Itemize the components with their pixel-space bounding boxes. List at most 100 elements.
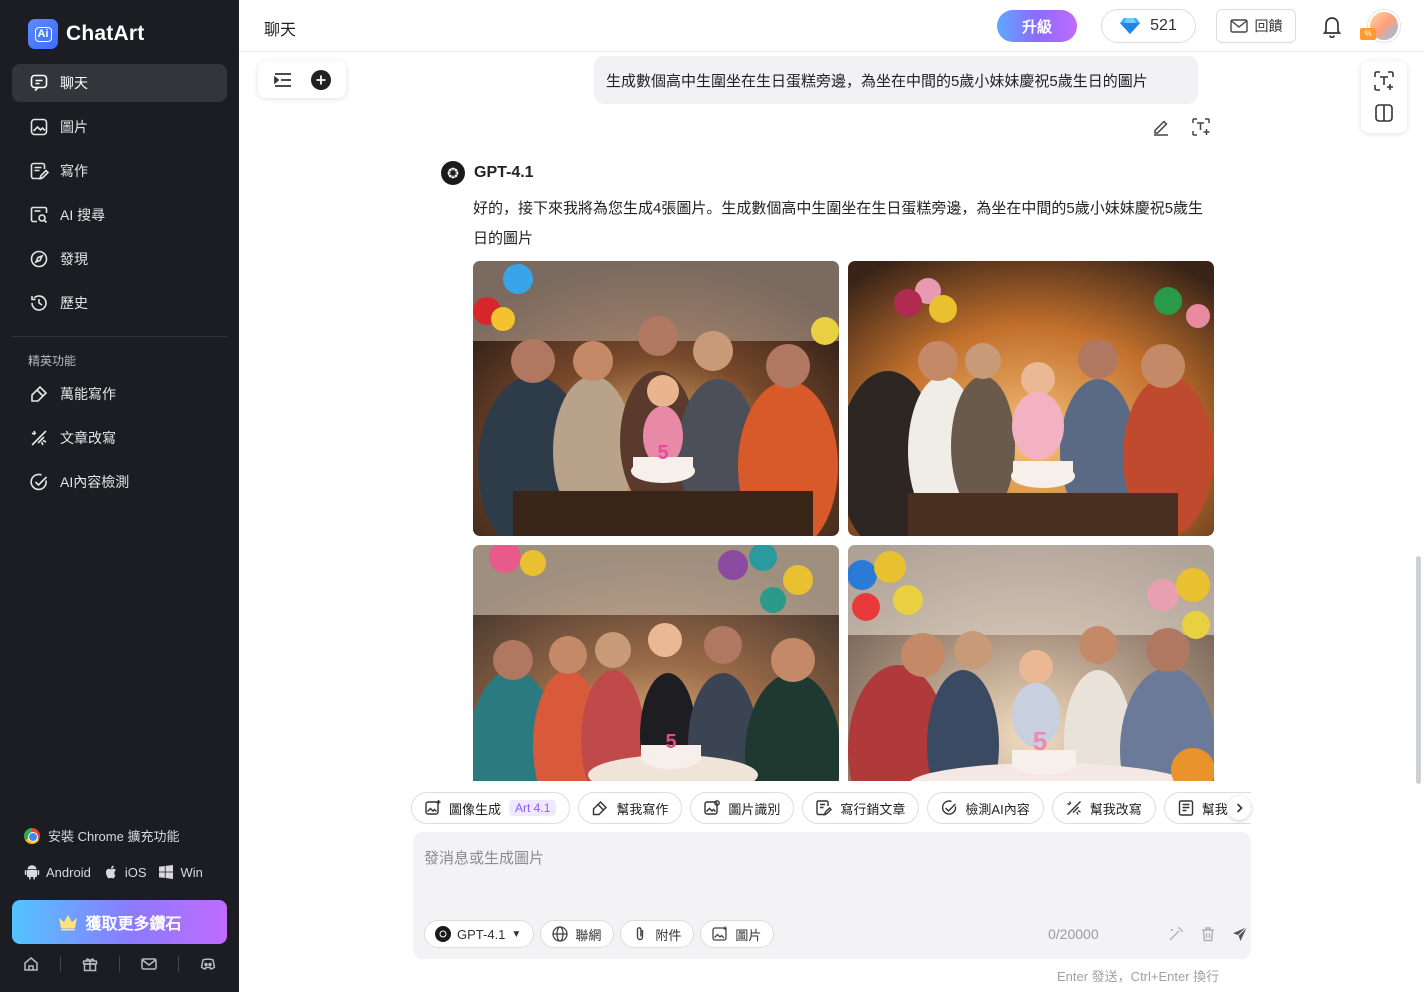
magic-write-icon [31, 385, 48, 402]
tool-image-recognition[interactable]: 圖片識別 [690, 792, 795, 824]
generated-image[interactable]: 5 [473, 261, 839, 536]
windows-icon [159, 865, 174, 879]
tool-tag: Art 4.1 [509, 800, 557, 816]
sidebar-divider [12, 336, 227, 337]
sidebar-item-chat[interactable]: 聊天 [12, 64, 227, 102]
tools-next-button[interactable] [1227, 796, 1251, 820]
attach-label: 附件 [655, 927, 682, 943]
diamond-icon [1120, 18, 1141, 34]
svg-text:5: 5 [657, 442, 668, 464]
sidebar-item-rewrite[interactable]: 文章改寫 [12, 419, 227, 457]
quick-tools: 圖像生成 Art 4.1 幫我寫作 圖片識別 寫行銷文章 檢測AI內容 幫我改寫… [411, 792, 1251, 824]
generated-image[interactable] [848, 261, 1214, 536]
chrome-extension-link[interactable]: 安裝 Chrome 擴充功能 [24, 826, 179, 845]
marketing-icon [816, 800, 833, 816]
tool-label: 圖片識別 [728, 801, 781, 817]
sidebar-item-history[interactable]: 歷史 [12, 284, 227, 322]
globe-icon [552, 926, 568, 942]
upgrade-button[interactable]: 升級 [997, 10, 1077, 42]
edit-icon[interactable] [1151, 117, 1171, 137]
platform-links: Android iOS Win [24, 864, 215, 880]
gem-balance[interactable]: 521 [1101, 9, 1196, 43]
sidebar-item-label: AI內容檢測 [60, 474, 130, 490]
sidebar-item-discover[interactable]: 發現 [12, 240, 227, 278]
sidebar-item-label: 圖片 [60, 119, 88, 135]
sidebar-item-label: 萬能寫作 [60, 386, 116, 402]
novel-icon [1178, 800, 1193, 816]
android-link[interactable]: Android [24, 864, 91, 880]
feedback-button[interactable]: 回饋 [1216, 9, 1296, 43]
home-icon[interactable] [22, 955, 40, 973]
screenshot-text-icon[interactable] [1373, 70, 1395, 92]
model-label: GPT-4.1 [457, 926, 506, 942]
ai-search-icon [30, 206, 48, 224]
sidebar-item-write[interactable]: 寫作 [12, 152, 227, 190]
message-composer: GPT-4.1 ▼ 聯網 附件 圖片 0/20000 [413, 832, 1251, 959]
image-recognize-icon [704, 800, 721, 815]
scan-text-icon[interactable] [1191, 117, 1211, 137]
sidebar-item-ai-search[interactable]: AI 搜尋 [12, 196, 227, 234]
mail-icon[interactable] [140, 955, 158, 973]
scrollbar[interactable] [1416, 556, 1421, 784]
write-icon [30, 162, 49, 180]
sidebar-footer-icons [12, 952, 227, 976]
magic-wand-icon[interactable] [1167, 925, 1185, 943]
trash-icon[interactable] [1199, 925, 1217, 943]
caret-down-icon: ▼ [511, 928, 522, 940]
chrome-icon [24, 827, 40, 844]
image-upload-button[interactable]: 圖片 [700, 920, 775, 948]
model-select[interactable]: GPT-4.1 ▼ [424, 920, 535, 948]
generated-image[interactable]: 5 [473, 545, 839, 781]
get-diamonds-label: 獲取更多鑽石 [85, 916, 182, 933]
crown-icon [59, 915, 78, 931]
bell-icon[interactable] [1321, 14, 1343, 38]
ios-link[interactable]: iOS [103, 864, 146, 880]
bot-name: GPT-4.1 [474, 164, 534, 181]
tool-help-write[interactable]: 幫我寫作 [578, 792, 683, 824]
feedback-label: 回饋 [1254, 18, 1283, 34]
tool-ai-detect[interactable]: 檢測AI內容 [927, 792, 1044, 824]
paperclip-icon [637, 927, 644, 941]
chrome-extension-label: 安裝 Chrome 擴充功能 [48, 829, 180, 844]
generated-images: 5 5 5 [473, 261, 1215, 781]
generated-image[interactable]: 5 [848, 545, 1214, 781]
web-search-toggle[interactable]: 聯網 [540, 920, 615, 948]
chevron-right-icon [1236, 803, 1243, 813]
page-title: 聊天 [264, 22, 297, 39]
tool-image-generation[interactable]: 圖像生成 Art 4.1 [411, 792, 571, 824]
user-message: 生成數個高中生圍坐在生日蛋糕旁邊，為坐在中間的5歲小妹妹慶祝5歲生日的圖片 [594, 56, 1198, 104]
logo-text: ChatArt [66, 22, 145, 45]
send-icon[interactable] [1231, 925, 1249, 943]
openai-icon [435, 926, 451, 942]
toggle-list-icon[interactable] [272, 69, 294, 91]
ai-detect-icon [30, 473, 48, 491]
tool-marketing-article[interactable]: 寫行銷文章 [802, 792, 920, 824]
get-diamonds-button[interactable]: 獲取更多鑽石 [12, 900, 227, 944]
right-toolbar [1361, 61, 1407, 133]
gift-icon[interactable] [81, 955, 99, 973]
discord-icon[interactable] [199, 955, 217, 973]
tool-label: 寫行銷文章 [840, 801, 906, 817]
windows-link[interactable]: Win [158, 864, 203, 880]
rewrite-icon [1066, 801, 1081, 815]
sidebar-item-magic-write[interactable]: 萬能寫作 [12, 375, 227, 413]
sidebar-item-label: 文章改寫 [60, 430, 116, 446]
image-upload-label: 圖片 [735, 927, 762, 943]
rewrite-icon [31, 430, 47, 446]
sidebar-item-ai-detect[interactable]: AI內容檢測 [12, 463, 227, 501]
tool-label: 圖像生成 [449, 801, 502, 817]
new-chat-icon[interactable] [310, 69, 332, 91]
composer-actions [1153, 925, 1249, 943]
logo[interactable]: Ai ChatArt [28, 19, 144, 49]
sidebar-item-label: 歷史 [60, 295, 88, 311]
tool-help-rewrite[interactable]: 幫我改寫 [1051, 792, 1156, 824]
message-input[interactable] [424, 850, 1224, 867]
mail-icon [1229, 19, 1248, 33]
topbar: 聊天 升級 521 回饋 % [239, 0, 1424, 52]
android-icon [24, 865, 40, 880]
image-icon [30, 118, 48, 136]
tool-label: 幫我寫作 [616, 801, 669, 817]
attach-button[interactable]: 附件 [620, 920, 695, 948]
sidebar-item-image[interactable]: 圖片 [12, 108, 227, 146]
split-view-icon[interactable] [1373, 102, 1395, 124]
